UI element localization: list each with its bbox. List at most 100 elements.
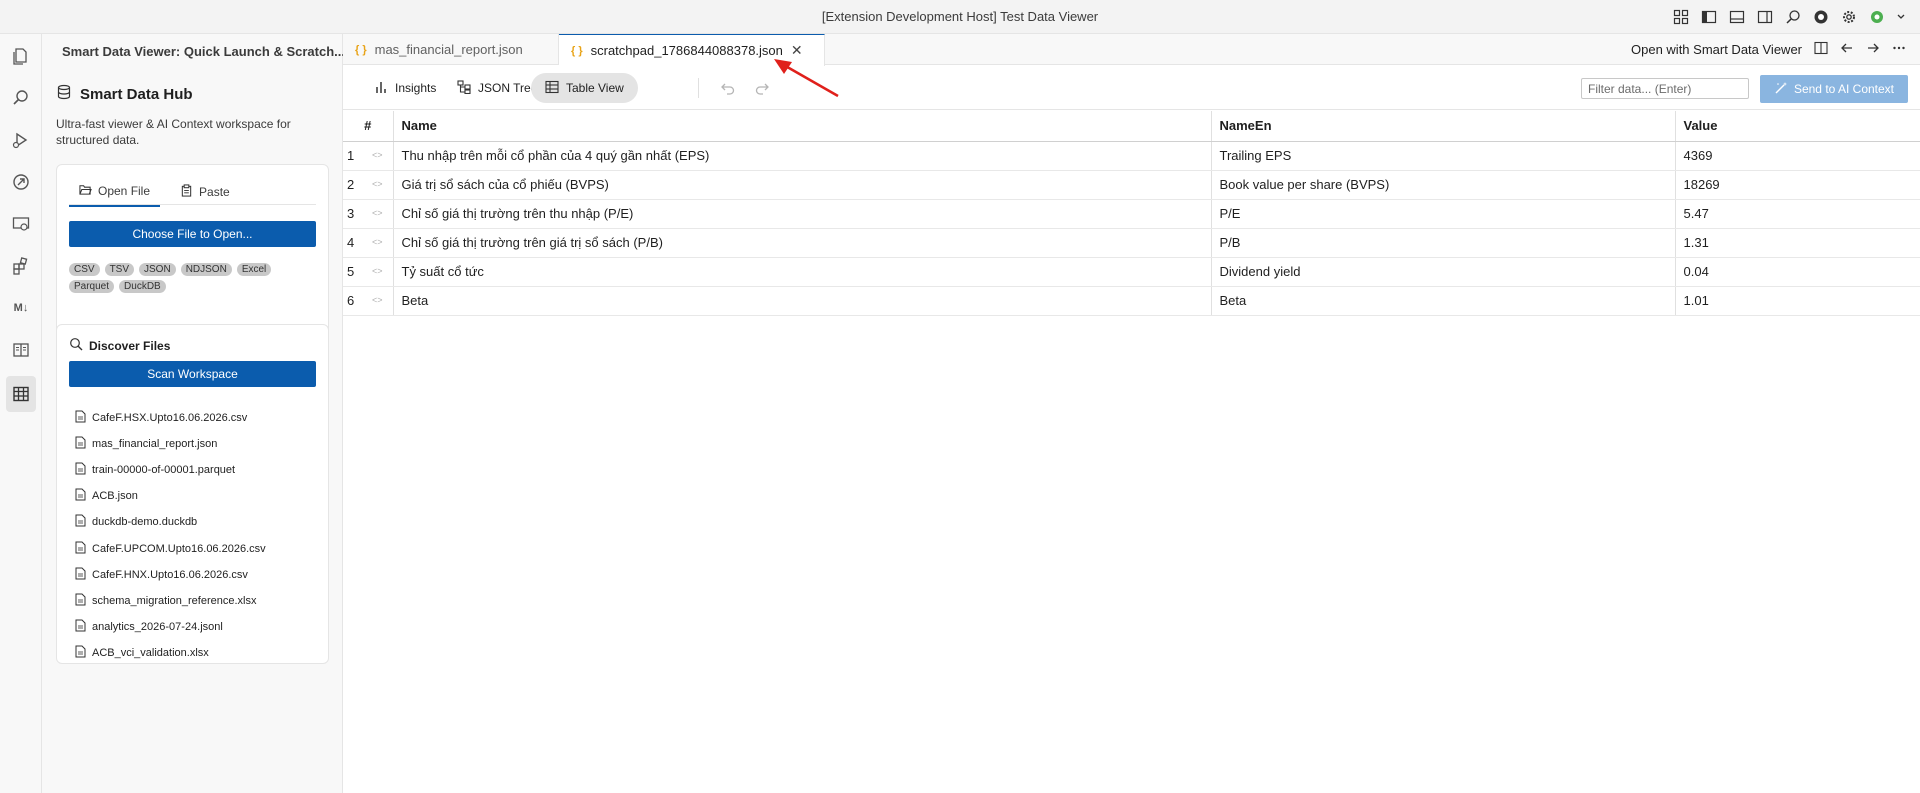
copilot-icon[interactable] xyxy=(1812,8,1830,26)
bar-chart-icon xyxy=(374,80,388,97)
search-icon[interactable] xyxy=(1784,8,1802,26)
extensions-icon[interactable] xyxy=(0,248,42,284)
column-header-value[interactable]: Value xyxy=(1675,111,1920,142)
json-tree-label: JSON Tree xyxy=(478,81,538,95)
column-header-name-en[interactable]: NameEn xyxy=(1211,111,1676,142)
redo-icon[interactable] xyxy=(754,80,770,96)
file-item[interactable]: CafeF.UPCOM.Upto16.06.2026.csv xyxy=(75,535,266,561)
toggle-panel-icon[interactable] xyxy=(1728,8,1746,26)
expand-row-icon[interactable]: <> xyxy=(372,295,383,305)
remote-window-icon[interactable] xyxy=(0,206,42,242)
cell-name[interactable]: Chỉ số giá thị trường trên thu nhập (P/E… xyxy=(393,199,1212,229)
gear-icon[interactable] xyxy=(1840,8,1858,26)
expand-row-icon[interactable]: <> xyxy=(372,266,383,276)
choose-file-button[interactable]: Choose File to Open... xyxy=(69,221,316,247)
table-row[interactable]: 5 <> Tỷ suất cổ tức Dividend yield 0.04 xyxy=(343,257,1920,287)
cell-name[interactable]: Thu nhập trên mỗi cổ phần của 4 quý gần … xyxy=(393,141,1212,171)
expand-row-icon[interactable]: <> xyxy=(372,208,383,218)
file-item[interactable]: mas_financial_report.json xyxy=(75,431,266,457)
row-number: 1 <> xyxy=(343,141,394,171)
expand-row-icon[interactable]: <> xyxy=(372,237,383,247)
accounts-icon[interactable] xyxy=(1868,8,1886,26)
hub-title: Smart Data Hub xyxy=(56,84,193,104)
cell-name-en[interactable]: Beta xyxy=(1211,286,1676,316)
more-actions-icon[interactable] xyxy=(1892,41,1906,58)
viewer-toolbar: Insights JSON Tree Table View Send to AI… xyxy=(343,66,1920,110)
table-view-button[interactable]: Table View xyxy=(531,73,638,103)
format-chip: JSON xyxy=(139,263,176,276)
file-item[interactable]: CafeF.HNX.Upto16.06.2026.csv xyxy=(75,562,266,588)
cell-value[interactable]: 18269 xyxy=(1675,170,1920,200)
tabs-divider xyxy=(69,204,316,205)
send-to-ai-label: Send to AI Context xyxy=(1793,82,1895,96)
undo-icon[interactable] xyxy=(720,80,736,96)
window-title: [Extension Development Host] Test Data V… xyxy=(821,9,1099,24)
discover-title-text: Discover Files xyxy=(89,338,171,353)
customize-layout-icon[interactable] xyxy=(1672,8,1690,26)
cell-name[interactable]: Beta xyxy=(393,286,1212,316)
column-header-index[interactable]: # xyxy=(343,111,394,142)
open-with-smart-data-viewer-button[interactable]: Open with Smart Data Viewer xyxy=(1631,42,1802,57)
file-item[interactable]: duckdb-demo.duckdb xyxy=(75,509,266,535)
file-item[interactable]: ACB_vci_validation.xlsx xyxy=(75,640,266,666)
filter-input[interactable] xyxy=(1581,78,1749,99)
data-table-icon[interactable] xyxy=(6,376,36,412)
tab-paste-label: Paste xyxy=(199,185,230,199)
column-header-name[interactable]: Name xyxy=(393,111,1212,142)
file-item[interactable]: analytics_2026-07-24.jsonl xyxy=(75,614,266,640)
table-row[interactable]: 2 <> Giá trị sổ sách của cổ phiếu (BVPS) … xyxy=(343,170,1920,200)
expand-row-icon[interactable]: <> xyxy=(372,179,383,189)
arrow-left-icon[interactable] xyxy=(1840,41,1854,58)
row-number: 6 <> xyxy=(343,286,394,316)
cell-value[interactable]: 0.04 xyxy=(1675,257,1920,287)
markdown-icon[interactable]: M↓ xyxy=(0,290,42,326)
expand-row-icon[interactable]: <> xyxy=(372,150,383,160)
remote-explorer-icon[interactable] xyxy=(0,164,42,200)
search-icon[interactable] xyxy=(0,80,42,116)
table-row[interactable]: 6 <> Beta Beta 1.01 xyxy=(343,286,1920,316)
table-header-row: # Name NameEn Value xyxy=(343,111,1920,142)
insights-button[interactable]: Insights xyxy=(360,73,450,103)
file-item[interactable]: CafeF.HSX.Upto16.06.2026.csv xyxy=(75,405,266,431)
book-icon[interactable] xyxy=(0,332,42,368)
file-item[interactable]: train-00000-of-00001.parquet xyxy=(75,457,266,483)
arrow-right-icon[interactable] xyxy=(1866,41,1880,58)
cell-name[interactable]: Tỷ suất cổ tức xyxy=(393,257,1212,287)
cell-name-en[interactable]: Book value per share (BVPS) xyxy=(1211,170,1676,200)
cell-value[interactable]: 1.01 xyxy=(1675,286,1920,316)
file-icon xyxy=(75,593,86,609)
table-row[interactable]: 4 <> Chỉ số giá thị trường trên giá trị s… xyxy=(343,228,1920,258)
discover-title: Discover Files xyxy=(69,337,170,354)
scan-workspace-button[interactable]: Scan Workspace xyxy=(69,361,316,387)
file-item[interactable]: ACB.json xyxy=(75,483,266,509)
run-debug-icon[interactable] xyxy=(0,122,42,158)
file-name: duckdb-demo.duckdb xyxy=(92,516,198,529)
cell-value[interactable]: 5.47 xyxy=(1675,199,1920,229)
cell-name[interactable]: Chỉ số giá thị trường trên giá trị sổ sá… xyxy=(393,228,1212,258)
send-to-ai-context-button[interactable]: Send to AI Context xyxy=(1760,75,1908,103)
chevron-down-icon[interactable] xyxy=(1896,8,1906,26)
cell-value[interactable]: 1.31 xyxy=(1675,228,1920,258)
cell-name-en[interactable]: Dividend yield xyxy=(1211,257,1676,287)
cell-name-en[interactable]: Trailing EPS xyxy=(1211,141,1676,171)
toggle-primary-sidebar-icon[interactable] xyxy=(1700,8,1718,26)
hub-description: Ultra-fast viewer & AI Context workspace… xyxy=(56,117,291,147)
split-editor-icon[interactable] xyxy=(1814,41,1828,58)
table-row[interactable]: 1 <> Thu nhập trên mỗi cổ phần của 4 quý … xyxy=(343,141,1920,171)
file-list: CafeF.HSX.Upto16.06.2026.csv mas_financi… xyxy=(75,405,266,666)
cell-name-en[interactable]: P/B xyxy=(1211,228,1676,258)
format-chips: CSV TSV JSON NDJSON Excel Parquet DuckDB xyxy=(69,263,319,293)
cell-value[interactable]: 4369 xyxy=(1675,141,1920,171)
table-row[interactable]: 3 <> Chỉ số giá thị trường trên thu nhập … xyxy=(343,199,1920,229)
file-item[interactable]: schema_migration_reference.xlsx xyxy=(75,588,266,614)
tab-mas-financial-report[interactable]: { } mas_financial_report.json xyxy=(343,34,559,65)
cell-name[interactable]: Giá trị sổ sách của cổ phiếu (BVPS) xyxy=(393,170,1212,200)
file-icon xyxy=(75,567,86,583)
toggle-secondary-sidebar-icon[interactable] xyxy=(1756,8,1774,26)
editor-actions: Open with Smart Data Viewer xyxy=(1631,34,1906,65)
activity-bar: M↓ xyxy=(0,34,42,793)
cell-name-en[interactable]: P/E xyxy=(1211,199,1676,229)
tab-label: mas_financial_report.json xyxy=(374,42,523,57)
explorer-icon[interactable] xyxy=(0,38,42,74)
tab-label: scratchpad_1786844088378.json xyxy=(590,43,783,58)
